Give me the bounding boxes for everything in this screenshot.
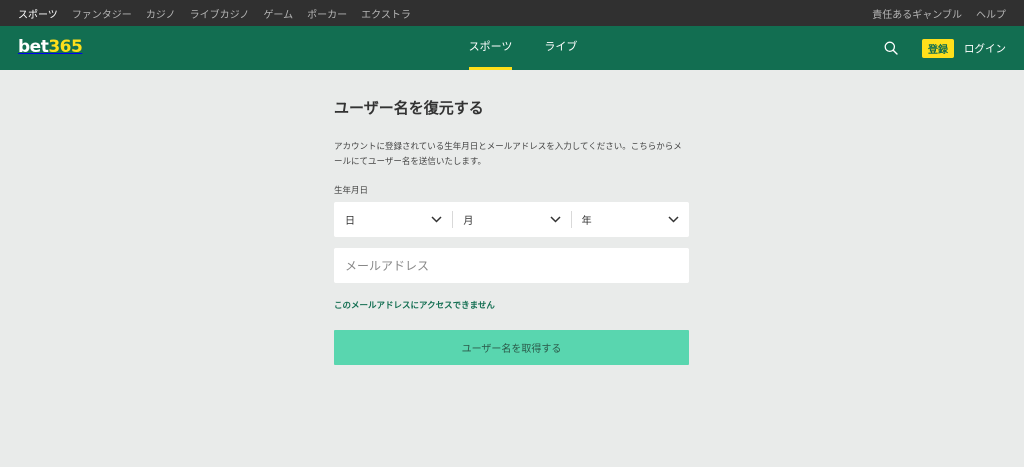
product-nav-extra[interactable]: エクストラ: [361, 6, 411, 21]
product-nav-casino[interactable]: カジノ: [146, 6, 176, 21]
header-nav: スポーツ ライブ: [0, 26, 1024, 70]
dob-day-value: 日: [345, 216, 355, 227]
dob-month-value: 月: [463, 216, 474, 227]
chevron-down-icon: [668, 216, 679, 223]
cannot-access-email-link[interactable]: このメールアドレスにアクセスできません: [334, 299, 689, 311]
search-icon[interactable]: [884, 40, 900, 56]
dob-year-value: 年: [581, 216, 592, 227]
tab-live[interactable]: ライブ: [544, 26, 577, 70]
main-header: bet365 スポーツ ライブ 登録 ログイン: [0, 26, 1024, 70]
register-button[interactable]: 登録: [922, 38, 954, 58]
email-field[interactable]: [334, 248, 689, 283]
page-title: ユーザー名を復元する: [334, 99, 484, 117]
top-bar: スポーツ ファンタジー カジノ ライブカジノ ゲーム ポーカー エクストラ 責任…: [0, 0, 1024, 26]
get-username-button[interactable]: ユーザー名を取得する: [334, 330, 689, 365]
tab-sports[interactable]: スポーツ: [468, 26, 512, 70]
product-nav-sports[interactable]: スポーツ: [18, 6, 58, 21]
login-link[interactable]: ログイン: [964, 41, 1006, 56]
responsible-gambling-link[interactable]: 責任あるギャンブル: [872, 6, 962, 21]
product-nav-live-casino[interactable]: ライブカジノ: [190, 6, 250, 21]
bet365-logo[interactable]: bet365: [18, 37, 83, 57]
product-nav: スポーツ ファンタジー カジノ ライブカジノ ゲーム ポーカー エクストラ: [18, 6, 425, 21]
help-link[interactable]: ヘルプ: [976, 6, 1006, 21]
product-nav-games[interactable]: ゲーム: [263, 6, 293, 21]
dob-label: 生年月日: [334, 186, 369, 196]
dob-selects: 日 月 年: [334, 202, 689, 237]
dob-year-select[interactable]: 年: [570, 202, 689, 237]
form-description: アカウントに登録されている生年月日とメールアドレスを入力してください。こちらから…: [334, 142, 682, 167]
logo-text-bet: bet: [18, 37, 49, 57]
logo-text-365: 365: [48, 37, 83, 57]
recover-username-form: ユーザー名を復元する アカウントに登録されている生年月日とメールアドレスを入力し…: [334, 70, 689, 365]
chevron-down-icon: [550, 216, 561, 223]
product-nav-fantasy[interactable]: ファンタジー: [72, 6, 132, 21]
dob-month-select[interactable]: 月: [452, 202, 570, 237]
dob-day-select[interactable]: 日: [334, 202, 452, 237]
header-actions: 登録 ログイン: [884, 26, 1006, 70]
utility-nav: 責任あるギャンブル ヘルプ: [858, 6, 1006, 21]
product-nav-poker[interactable]: ポーカー: [307, 6, 347, 21]
chevron-down-icon: [431, 216, 442, 223]
